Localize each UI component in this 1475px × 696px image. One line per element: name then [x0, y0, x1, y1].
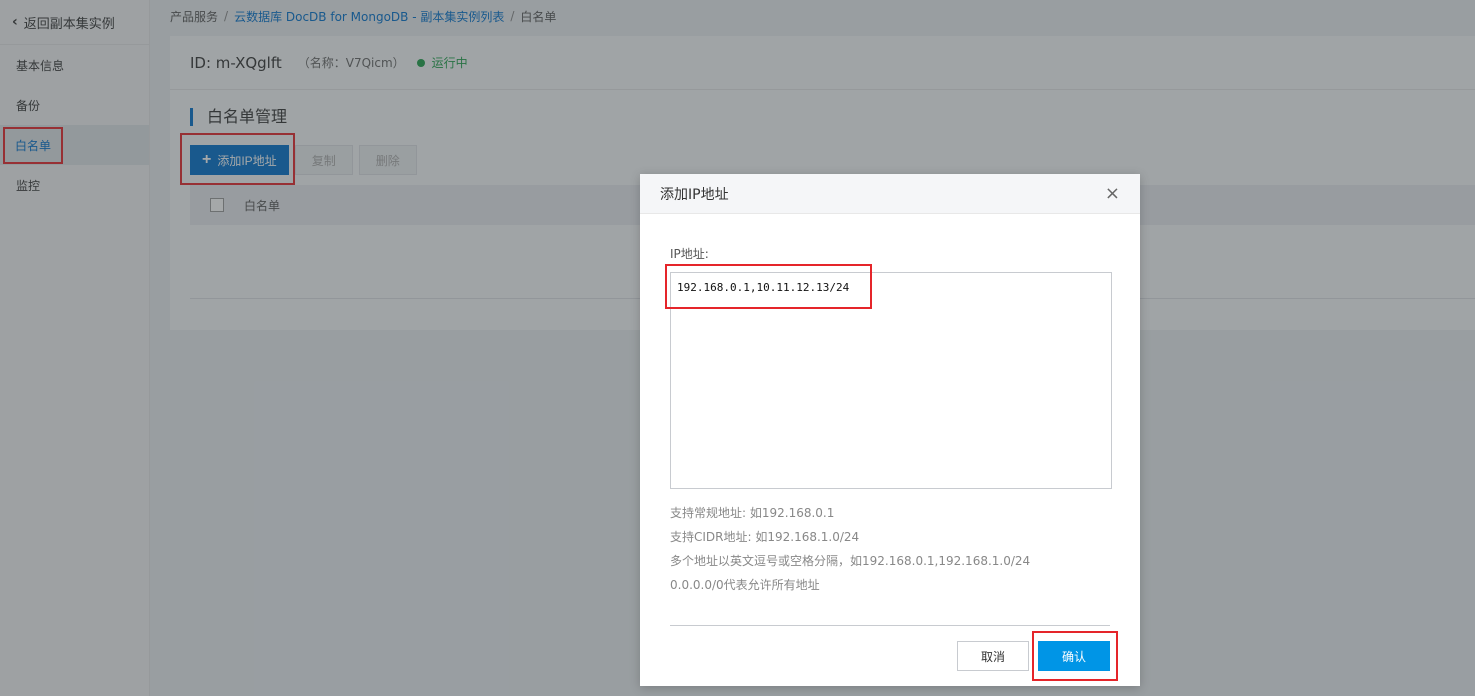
- hint-text: 支持常规地址: 如192.168.0.1: [670, 506, 835, 520]
- confirm-button[interactable]: 确认: [1038, 641, 1110, 671]
- hint-text: 0.0.0.0/0代表允许所有地址: [670, 578, 820, 592]
- add-ip-dialog: 添加IP地址 × IP地址: 192.168.0.1,10.11.12.13/2…: [640, 174, 1140, 686]
- dialog-title: 添加IP地址: [660, 186, 729, 203]
- close-icon[interactable]: ×: [1105, 184, 1120, 203]
- hint-text: 多个地址以英文逗号或空格分隔，如192.168.0.1,192.168.1.0/…: [670, 554, 1031, 568]
- dialog-header: 添加IP地址 ×: [640, 174, 1140, 214]
- hint-text: 支持CIDR地址: 如192.168.1.0/24: [670, 530, 860, 544]
- ip-address-input[interactable]: 192.168.0.1,10.11.12.13/24: [670, 272, 1112, 489]
- divider: [670, 625, 1110, 626]
- cancel-button[interactable]: 取消: [957, 641, 1029, 671]
- ip-field-label: IP地址:: [670, 247, 709, 261]
